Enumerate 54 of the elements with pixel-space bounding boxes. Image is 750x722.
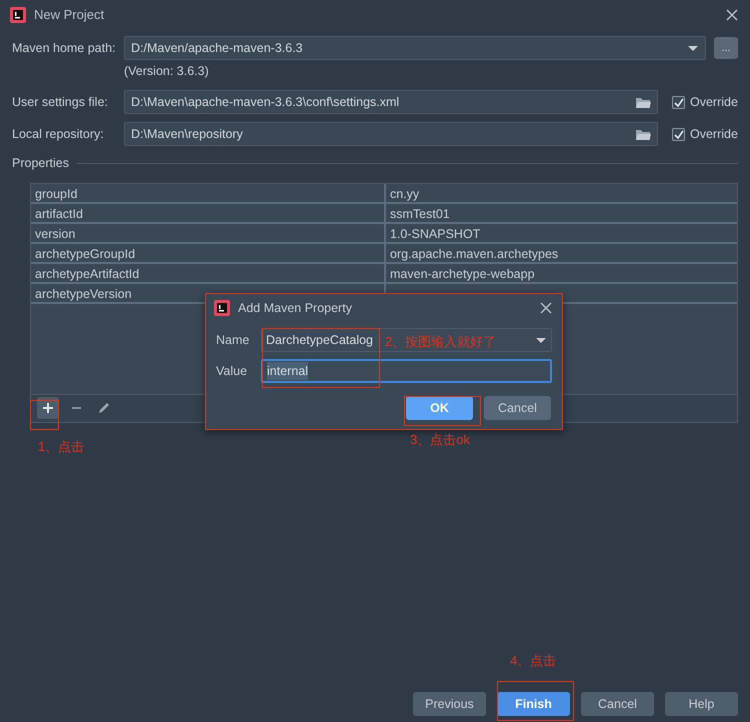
field-label: Name [216,332,250,349]
dialog-button[interactable]: Cancel [484,396,551,420]
section-title: Properties [12,155,69,172]
dialog-button[interactable]: OK [406,396,473,420]
annotation-text: 4、点击 [510,652,556,670]
table-cell: artifactId [31,204,386,222]
browse-button[interactable]: ... [714,37,738,59]
close-button[interactable] [724,7,740,23]
annotation-text: 1、点击 [38,438,84,456]
field-label: Maven home path: [12,40,117,57]
check-icon [673,128,684,140]
override-checkbox[interactable] [672,128,685,140]
dropdown-caret-icon [687,44,699,52]
table-cell: groupId [31,184,386,202]
maven-home-dropdown[interactable]: D:/Maven/apache-maven-3.6.3 [124,36,706,60]
close-icon [538,300,554,316]
check-icon [673,96,684,108]
table-cell-text: 1.0-SNAPSHOT [389,226,482,242]
plus-icon [42,402,54,414]
highlight-box [30,400,59,430]
table-cell-text: org.apache.maven.archetypes [389,246,560,262]
version-text: (Version: 3.6.3) [124,63,210,80]
dropdown-caret-icon [535,336,547,344]
field-label: Value [216,362,248,380]
folder-icon [635,127,651,141]
dialog-button[interactable]: Previous [413,692,486,716]
close-button[interactable] [538,300,554,316]
folder-icon [635,95,651,109]
dialog-button[interactable]: Help [665,692,738,716]
field-label: Local repository: [12,126,105,143]
table-cell-text: cn.yy [389,186,420,202]
checkbox-label: Override [690,94,738,111]
add-button[interactable] [37,397,59,420]
annotation-text: 3、点击ok [410,431,470,449]
field-label: User settings file: [12,94,109,111]
dialog-title: Add Maven Property [238,300,352,317]
value-field[interactable]: internal [261,359,552,383]
path-field[interactable]: D:\Maven\repository [124,122,658,146]
table-cell-text: maven-archetype-webapp [389,266,536,282]
dialog-button[interactable]: Finish [497,692,570,716]
app-logo-icon [214,300,230,316]
close-icon [724,7,740,23]
dialog-button[interactable]: Cancel [581,692,654,716]
override-checkbox[interactable] [672,96,685,108]
path-field[interactable]: D:\Maven\apache-maven-3.6.3\conf\settings.xml [124,90,658,114]
annotation-text: 2、按图输入就好了 [385,333,496,351]
table-cell: version [31,224,386,242]
window-title: New Project [34,6,104,24]
checkbox-label: Override [690,126,738,143]
app-logo-icon [10,7,26,23]
table-cell: archetypeArtifactId [31,264,386,282]
table-cell: archetypeGroupId [31,244,386,262]
table-cell-text: ssmTest01 [389,206,451,222]
pencil-icon [97,401,111,416]
